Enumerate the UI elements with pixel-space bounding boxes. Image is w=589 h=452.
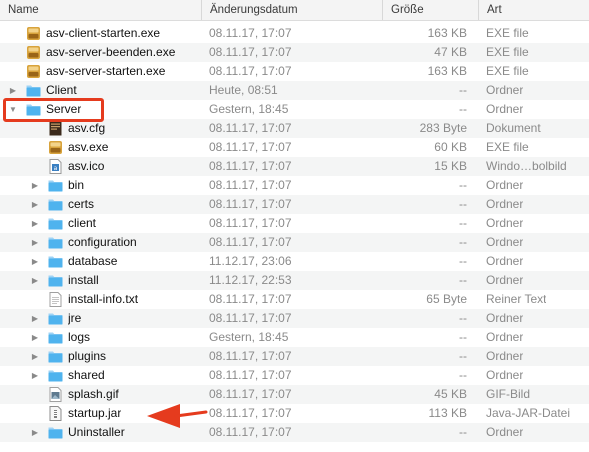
arrow-annotation xyxy=(147,404,208,428)
